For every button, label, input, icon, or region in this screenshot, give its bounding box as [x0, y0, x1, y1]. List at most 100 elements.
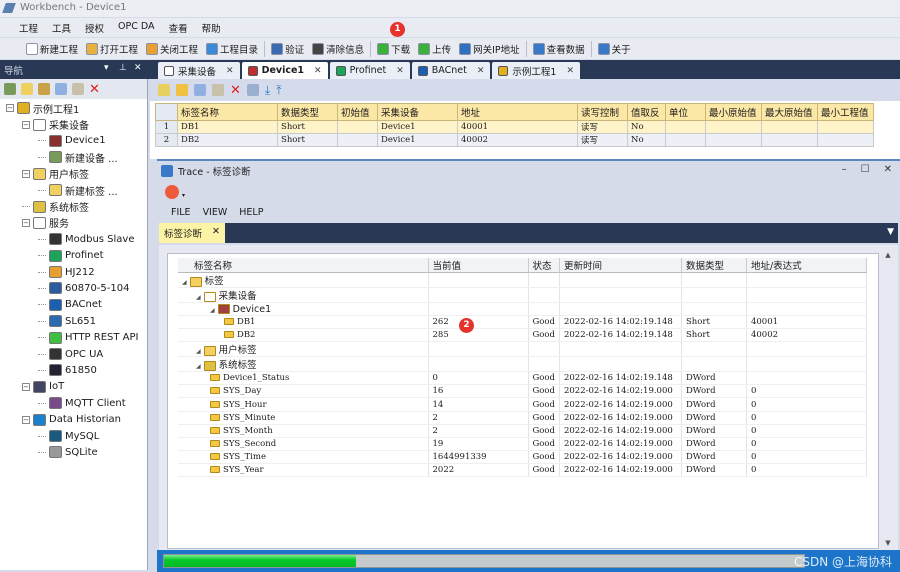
diag-row[interactable]: DB2 285 Good 2022-02-16 14:02:19.148 Short 40…	[178, 328, 867, 343]
diag-row[interactable]: ◢ 标签	[178, 272, 867, 288]
tab-close-icon[interactable]: ✕	[314, 66, 322, 76]
toolbar-button[interactable]: 工程目录	[202, 42, 262, 56]
tab-close-icon[interactable]: ✕	[396, 66, 404, 76]
collapse-icon[interactable]: −	[22, 382, 30, 391]
tree-item[interactable]: SL651	[0, 313, 147, 329]
toolbar-button[interactable]: 打开工程	[82, 42, 142, 56]
column-header[interactable]: 初始值	[337, 103, 378, 121]
column-header[interactable]: 状态	[528, 258, 560, 273]
tree-item[interactable]: 60870-5-104	[0, 280, 147, 296]
column-header[interactable]: 数据类型	[277, 103, 338, 121]
copy-icon[interactable]	[55, 83, 67, 95]
pin-icon[interactable]: ⊥	[119, 63, 127, 73]
tree-item[interactable]: MQTT Client	[0, 395, 147, 411]
add-device-icon[interactable]	[4, 83, 16, 95]
diag-row[interactable]: SYS_Minute 2 Good 2022-02-16 14:02:19.000 DW…	[178, 411, 867, 425]
toolbar-button[interactable]: 验证	[267, 42, 308, 56]
tree-item[interactable]: HJ212	[0, 264, 147, 280]
collapse-icon[interactable]: −	[22, 169, 30, 178]
trace-menu-item[interactable]: HELP	[239, 207, 263, 218]
delete-icon[interactable]: ✕	[230, 83, 241, 98]
close-icon[interactable]: ✕	[134, 63, 142, 73]
menu-item[interactable]: OPC DA	[111, 21, 162, 37]
diag-row[interactable]: ◢ 采集设备	[178, 287, 867, 303]
add-tag-icon[interactable]	[21, 83, 33, 95]
tab-close-icon[interactable]: ✕	[566, 66, 574, 76]
tab-close-icon[interactable]: ✕	[212, 226, 220, 240]
tree-item[interactable]: − IoT	[0, 379, 147, 395]
record-button[interactable]	[165, 185, 179, 199]
tab-list-dropdown-icon[interactable]: ▼	[887, 227, 894, 237]
menu-item[interactable]: 授权	[78, 21, 111, 37]
column-header[interactable]: 数据类型	[681, 258, 747, 273]
tab-tag-diagnostics[interactable]: 标签诊断 ✕	[159, 223, 225, 243]
refresh-icon[interactable]	[246, 84, 259, 96]
diag-row[interactable]: DB1 262 Good 2022-02-16 14:02:19.148 Short 40…	[178, 315, 867, 330]
toolbar-button[interactable]: 查看数据	[529, 42, 589, 56]
tree-item[interactable]: OPC UA	[0, 346, 147, 362]
collapse-icon[interactable]: −	[22, 415, 30, 424]
collapse-icon[interactable]: −	[6, 104, 14, 113]
tab-1[interactable]: Device1 ✕	[241, 62, 328, 79]
corner-cell[interactable]	[155, 103, 178, 121]
diag-row[interactable]: SYS_Hour 14 Good 2022-02-16 14:02:19.000 DWo…	[178, 397, 867, 412]
column-header[interactable]: 最小原始值	[705, 103, 762, 121]
export-icon[interactable]: ⤒	[276, 83, 281, 98]
delete-icon[interactable]: ✕	[89, 82, 100, 97]
menu-item[interactable]: 帮助	[195, 21, 228, 37]
column-header[interactable]: 最大原始值	[761, 103, 818, 121]
column-header[interactable]: 读写控制	[577, 103, 628, 121]
diag-row[interactable]: SYS_Month 2 Good 2022-02-16 14:02:19.000 DWo…	[178, 424, 867, 438]
diag-row[interactable]: ◢ 用户标签	[178, 341, 867, 358]
tree-item[interactable]: − 用户标签	[0, 166, 147, 182]
toolbar-button[interactable]: 新建工程	[22, 42, 82, 56]
paste-icon[interactable]	[72, 83, 84, 95]
close-button[interactable]: ✕	[884, 164, 892, 175]
toolbar-button[interactable]: 清除信息	[308, 42, 368, 56]
tab-close-icon[interactable]: ✕	[226, 66, 234, 76]
table-row[interactable]: 2 DB2 Short Device1 40002 读写 No	[155, 133, 874, 147]
expand-arrow-icon[interactable]: ◢	[196, 294, 201, 301]
expand-arrow-icon[interactable]: ◢	[196, 348, 201, 355]
tree-item[interactable]: − 服务	[0, 215, 147, 231]
column-header[interactable]: 地址	[457, 103, 578, 121]
collapse-icon[interactable]: −	[22, 218, 30, 227]
column-header[interactable]: 单位	[665, 103, 706, 121]
tree-item[interactable]: 新建设备 ...	[0, 149, 147, 165]
diag-row[interactable]: SYS_Year 2022 Good 2022-02-16 14:02:19.000 D…	[178, 463, 867, 478]
column-header[interactable]: 当前值	[428, 258, 529, 273]
tree-item[interactable]: − 采集设备	[0, 116, 147, 132]
column-header[interactable]: 值取反	[627, 103, 666, 121]
paste-icon[interactable]	[212, 84, 224, 96]
toolbar-button[interactable]: 上传	[414, 42, 455, 56]
expand-arrow-icon[interactable]: ◢	[210, 307, 215, 314]
menu-item[interactable]: 查看	[162, 21, 195, 37]
diag-row[interactable]: SYS_Day 16 Good 2022-02-16 14:02:19.000 DWor…	[178, 384, 867, 399]
edit-icon[interactable]	[176, 84, 188, 96]
trace-menu-item[interactable]: VIEW	[203, 207, 228, 218]
expand-arrow-icon[interactable]: ◢	[182, 279, 187, 286]
collapse-icon[interactable]: −	[22, 120, 30, 129]
tree-item[interactable]: SQLite	[0, 444, 147, 460]
tab-4[interactable]: 示例工程1 ✕	[492, 62, 580, 79]
maximize-button[interactable]: ☐	[861, 164, 870, 175]
tree-item[interactable]: MySQL	[0, 428, 147, 444]
diag-row[interactable]: Device1_Status 0 Good 2022-02-16 14:02:19.1…	[178, 371, 867, 386]
tree-item[interactable]: − Data Historian	[0, 411, 147, 427]
tree-item[interactable]: HTTP REST API	[0, 329, 147, 345]
expand-arrow-icon[interactable]: ◢	[196, 363, 201, 370]
tree-item[interactable]: − 示例工程1	[0, 100, 147, 116]
menu-item[interactable]: 工具	[45, 21, 78, 37]
tree-item[interactable]: 系统标签	[0, 198, 147, 214]
toolbar-button[interactable]: 关于	[594, 42, 635, 56]
diag-row[interactable]: ◢ Device1	[178, 302, 867, 317]
tree-item[interactable]: Profinet	[0, 248, 147, 264]
record-dropdown-icon[interactable]: ▾	[182, 192, 185, 199]
add-tag-icon[interactable]	[158, 84, 170, 96]
diag-row[interactable]: ◢ 系统标签	[178, 356, 867, 373]
dropdown-icon[interactable]: ▾	[104, 63, 109, 73]
column-header[interactable]: 标签名称	[178, 258, 429, 273]
column-header[interactable]: 更新时间	[559, 258, 682, 273]
tree-item[interactable]: Modbus Slave	[0, 231, 147, 247]
table-row[interactable]: 1 DB1 Short Device1 40001 读写 No	[155, 120, 874, 134]
